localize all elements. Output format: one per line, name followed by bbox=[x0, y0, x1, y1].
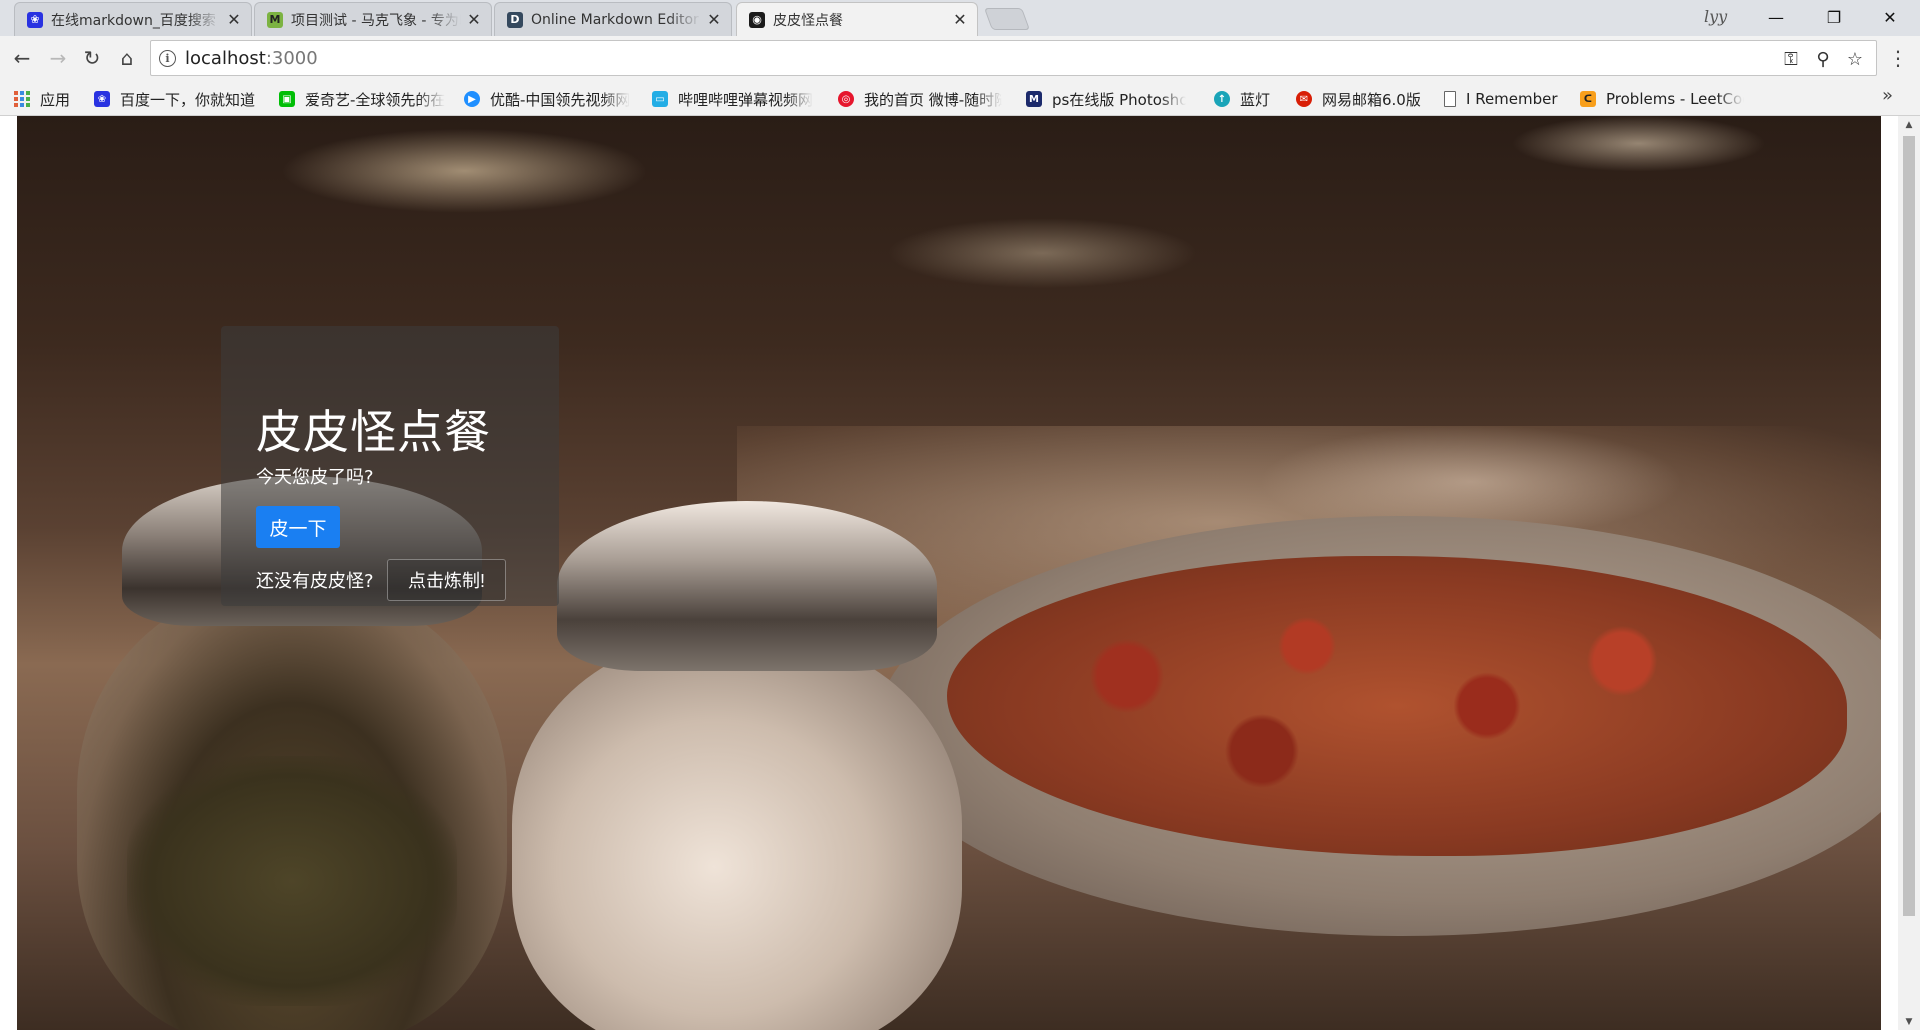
scroll-up-icon[interactable]: ▲ bbox=[1898, 116, 1920, 133]
scroll-thumb[interactable] bbox=[1903, 136, 1915, 916]
bookmark-lantern[interactable]: ↑ 蓝灯 bbox=[1214, 88, 1270, 110]
jumbotron-card: 皮皮怪点餐 今天您皮了吗? 皮一下 还没有皮皮怪? 点击炼制! bbox=[221, 326, 559, 606]
bookmark-label: Problems - LeetCode bbox=[1606, 90, 1744, 108]
url-host: localhost bbox=[185, 48, 266, 69]
baidu-paw-icon: ❀ bbox=[94, 91, 110, 107]
pi-yi-xia-button[interactable]: 皮一下 bbox=[256, 506, 340, 548]
page-icon: ◉ bbox=[749, 11, 765, 28]
weibo-icon: ◎ bbox=[838, 91, 854, 107]
bookmark-apps[interactable]: 应用 bbox=[14, 88, 70, 110]
reload-icon[interactable]: ↻ bbox=[78, 44, 106, 72]
key-icon[interactable]: ⚿ bbox=[1779, 47, 1803, 71]
close-icon[interactable]: ✕ bbox=[707, 10, 721, 29]
tab-baidu-search[interactable]: ❀ 在线markdown_百度搜索 ✕ bbox=[14, 2, 252, 36]
browser-menu-icon[interactable]: ⋮ bbox=[1888, 46, 1908, 70]
profile-button[interactable]: lyy bbox=[1704, 7, 1727, 26]
lantern-icon: ↑ bbox=[1214, 91, 1230, 107]
youku-icon: ▶ bbox=[464, 91, 480, 107]
bookmark-iqiyi[interactable]: ▣ 爱奇艺-全球领先的在线视频网站 bbox=[279, 88, 445, 110]
netease-mail-icon: ✉ bbox=[1296, 91, 1312, 107]
create-pipiguai-button[interactable]: 点击炼制! bbox=[387, 559, 506, 601]
home-icon[interactable]: ⌂ bbox=[113, 44, 141, 72]
bookmark-bilibili[interactable]: ▭ 哔哩哔哩弹幕视频网 bbox=[652, 88, 813, 110]
close-window-icon[interactable]: ✕ bbox=[1862, 0, 1918, 34]
page-subtitle: 今天您皮了吗? bbox=[256, 467, 374, 488]
dillinger-d-icon: D bbox=[507, 11, 523, 28]
tab-title: 皮皮怪点餐 bbox=[773, 12, 843, 29]
cheese-shaker-cap bbox=[557, 501, 937, 671]
bookmark-label: 我的首页 微博-随时随地发现新鲜事 bbox=[864, 90, 1002, 109]
document-icon bbox=[1444, 91, 1456, 107]
maxiang-m-icon: M bbox=[267, 11, 283, 28]
minimize-icon[interactable]: — bbox=[1748, 0, 1804, 34]
bookmark-netease-mail[interactable]: ✉ 网易邮箱6.0版 bbox=[1296, 88, 1421, 110]
page-viewport: 皮皮怪点餐 今天您皮了吗? 皮一下 还没有皮皮怪? 点击炼制! ▲ ▼ bbox=[0, 116, 1920, 1030]
zoom-icon[interactable]: ⚲ bbox=[1811, 47, 1835, 71]
close-icon[interactable]: ✕ bbox=[227, 10, 241, 29]
tab-dillinger[interactable]: D Online Markdown Editor - Dillinger ✕ bbox=[494, 2, 732, 36]
bookmark-label: 蓝灯 bbox=[1240, 90, 1271, 109]
star-icon[interactable]: ☆ bbox=[1843, 47, 1867, 71]
forward-arrow-icon[interactable]: → bbox=[44, 44, 72, 72]
site-info-icon[interactable]: i bbox=[159, 50, 176, 67]
bookmarks-overflow-icon[interactable]: » bbox=[1882, 85, 1893, 106]
back-arrow-icon[interactable]: ← bbox=[8, 44, 36, 72]
bookmark-label: 爱奇艺-全球领先的在线视频网站 bbox=[305, 90, 445, 109]
restore-icon[interactable]: ❐ bbox=[1806, 0, 1862, 34]
tab-title: 项目测试 - 马克飞象 - 专为印象笔记打造的Markdown编辑器 bbox=[291, 12, 461, 29]
bookmark-weibo[interactable]: ◎ 我的首页 微博-随时随地发现新鲜事 bbox=[838, 88, 1002, 110]
bookmark-label: 百度一下，你就知道 bbox=[120, 90, 256, 109]
tab-maxiang[interactable]: M 项目测试 - 马克飞象 - 专为印象笔记打造的Markdown编辑器 ✕ bbox=[254, 2, 492, 36]
signup-hint: 还没有皮皮怪? bbox=[256, 571, 374, 592]
bilibili-tv-icon: ▭ bbox=[652, 91, 668, 107]
tab-title: 在线markdown_百度搜索 bbox=[51, 12, 216, 29]
tab-title: Online Markdown Editor - Dillinger bbox=[531, 11, 701, 28]
bookmark-label: 哔哩哔哩弹幕视频网 bbox=[678, 90, 813, 109]
baidu-paw-icon: ❀ bbox=[27, 11, 43, 28]
browser-toolbar: ← → ↻ ⌂ i localhost:3000 ⚿ ⚲ ☆ ⋮ bbox=[0, 36, 1920, 81]
bookmark-label: 网易邮箱6.0版 bbox=[1322, 90, 1421, 109]
apps-grid-icon bbox=[14, 91, 30, 107]
close-icon[interactable]: ✕ bbox=[467, 10, 481, 29]
url-port: :3000 bbox=[265, 48, 318, 69]
bookmark-photoshop[interactable]: M ps在线版 Photoshop bbox=[1026, 88, 1186, 110]
tab-pipiguai[interactable]: ◉ 皮皮怪点餐 ✕ bbox=[736, 2, 978, 36]
bookmarks-bar: 应用 ❀ 百度一下，你就知道 ▣ 爱奇艺-全球领先的在线视频网站 ▶ 优酷-中国… bbox=[0, 81, 1920, 116]
new-tab-button[interactable] bbox=[983, 8, 1031, 30]
bookmark-label: 优酷-中国领先视频网站 bbox=[490, 90, 630, 109]
bookmark-leetcode[interactable]: ᑕ Problems - LeetCode bbox=[1580, 88, 1744, 110]
hero-background-photo: 皮皮怪点餐 今天您皮了吗? 皮一下 还没有皮皮怪? 点击炼制! bbox=[17, 116, 1881, 1030]
close-icon[interactable]: ✕ bbox=[953, 10, 967, 29]
bookmark-label: 应用 bbox=[40, 90, 71, 109]
bookmark-label: ps在线版 Photoshop bbox=[1052, 90, 1186, 109]
ps-icon: M bbox=[1026, 91, 1042, 107]
page-scrollbar[interactable]: ▲ ▼ bbox=[1898, 116, 1920, 1030]
address-bar[interactable]: i localhost:3000 ⚿ ⚲ ☆ bbox=[150, 40, 1877, 76]
url-text[interactable]: localhost:3000 bbox=[185, 48, 318, 69]
herbs bbox=[127, 756, 457, 1006]
scroll-down-icon[interactable]: ▼ bbox=[1898, 1013, 1920, 1030]
leetcode-icon: ᑕ bbox=[1580, 91, 1596, 107]
tab-strip: ❀ 在线markdown_百度搜索 ✕ M 项目测试 - 马克飞象 - 专为印象… bbox=[0, 0, 1920, 36]
iqiyi-icon: ▣ bbox=[279, 91, 295, 107]
bookmark-baidu[interactable]: ❀ 百度一下，你就知道 bbox=[94, 88, 255, 110]
cheese-shaker-jar bbox=[512, 636, 962, 1030]
bookmark-youku[interactable]: ▶ 优酷-中国领先视频网站 bbox=[464, 88, 630, 110]
page-title: 皮皮怪点餐 bbox=[256, 405, 491, 459]
bookmark-label: I Remember bbox=[1466, 90, 1558, 108]
bookmark-i-remember[interactable]: I Remember bbox=[1444, 88, 1558, 110]
